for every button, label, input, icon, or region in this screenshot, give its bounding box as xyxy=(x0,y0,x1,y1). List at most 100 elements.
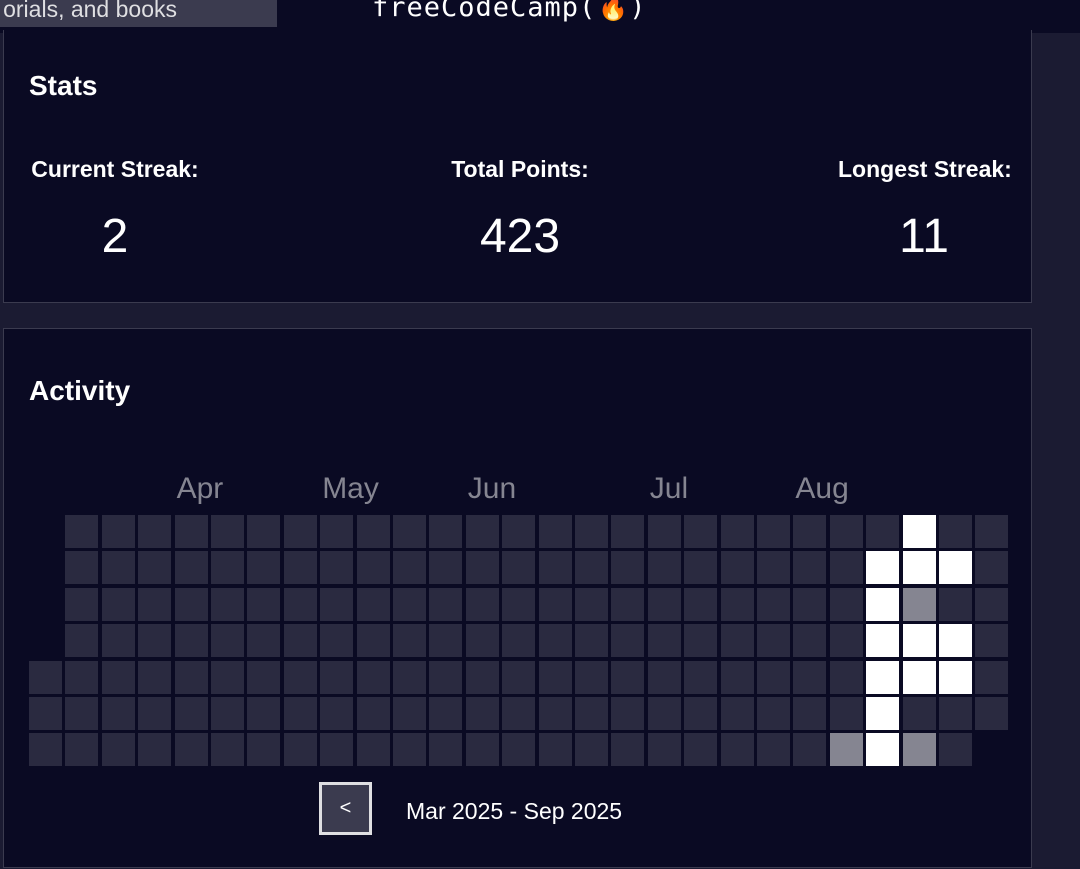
heatmap-day-cell[interactable] xyxy=(211,587,244,621)
heatmap-day-cell[interactable] xyxy=(247,733,281,767)
heatmap-day-cell[interactable] xyxy=(793,551,827,585)
heatmap-day-cell[interactable] xyxy=(829,624,863,658)
heatmap-day-cell[interactable] xyxy=(939,515,972,548)
heatmap-day-cell[interactable] xyxy=(356,515,390,548)
heatmap-day-cell[interactable] xyxy=(575,624,608,658)
heatmap-day-cell[interactable] xyxy=(902,587,936,621)
heatmap-day-cell[interactable] xyxy=(829,733,863,767)
heatmap-day-cell[interactable] xyxy=(975,515,1009,548)
heatmap-day-cell[interactable] xyxy=(29,660,62,694)
heatmap-day-cell[interactable] xyxy=(502,733,536,767)
heatmap-day-cell[interactable] xyxy=(247,697,281,730)
heatmap-day-cell[interactable] xyxy=(575,551,608,585)
heatmap-day-cell[interactable] xyxy=(647,551,681,585)
heatmap-day-cell[interactable] xyxy=(575,660,608,694)
heatmap-day-cell[interactable] xyxy=(429,551,463,585)
heatmap-day-cell[interactable] xyxy=(429,624,463,658)
heatmap-day-cell[interactable] xyxy=(320,551,354,585)
heatmap-day-cell[interactable] xyxy=(902,515,936,548)
heatmap-day-cell[interactable] xyxy=(757,624,790,658)
heatmap-day-cell[interactable] xyxy=(465,624,499,658)
heatmap-day-cell[interactable] xyxy=(283,587,317,621)
heatmap-day-cell[interactable] xyxy=(174,733,208,767)
heatmap-day-cell[interactable] xyxy=(283,551,317,585)
heatmap-day-cell[interactable] xyxy=(684,551,718,585)
heatmap-day-cell[interactable] xyxy=(465,515,499,548)
heatmap-day-cell[interactable] xyxy=(247,660,281,694)
heatmap-day-cell[interactable] xyxy=(29,733,62,767)
heatmap-day-cell[interactable] xyxy=(174,624,208,658)
heatmap-day-cell[interactable] xyxy=(211,733,244,767)
heatmap-day-cell[interactable] xyxy=(611,733,645,767)
heatmap-day-cell[interactable] xyxy=(247,624,281,658)
heatmap-day-cell[interactable] xyxy=(647,515,681,548)
heatmap-day-cell[interactable] xyxy=(138,515,172,548)
heatmap-day-cell[interactable] xyxy=(356,551,390,585)
heatmap-day-cell[interactable] xyxy=(611,587,645,621)
heatmap-day-cell[interactable] xyxy=(829,660,863,694)
heatmap-day-cell[interactable] xyxy=(211,624,244,658)
heatmap-day-cell[interactable] xyxy=(720,551,754,585)
heatmap-day-cell[interactable] xyxy=(101,587,135,621)
heatmap-day-cell[interactable] xyxy=(320,587,354,621)
heatmap-day-cell[interactable] xyxy=(29,697,62,730)
heatmap-day-cell[interactable] xyxy=(138,587,172,621)
heatmap-day-cell[interactable] xyxy=(138,551,172,585)
heatmap-day-cell[interactable] xyxy=(757,587,790,621)
heatmap-day-cell[interactable] xyxy=(101,733,135,767)
heatmap-day-cell[interactable] xyxy=(647,660,681,694)
heatmap-day-cell[interactable] xyxy=(393,697,426,730)
heatmap-day-cell[interactable] xyxy=(101,624,135,658)
heatmap-day-cell[interactable] xyxy=(101,697,135,730)
heatmap-day-cell[interactable] xyxy=(793,697,827,730)
heatmap-day-cell[interactable] xyxy=(611,551,645,585)
heatmap-day-cell[interactable] xyxy=(211,697,244,730)
heatmap-day-cell[interactable] xyxy=(502,660,536,694)
heatmap-day-cell[interactable] xyxy=(757,733,790,767)
heatmap-day-cell[interactable] xyxy=(902,697,936,730)
heatmap-day-cell[interactable] xyxy=(757,697,790,730)
heatmap-day-cell[interactable] xyxy=(939,660,972,694)
heatmap-day-cell[interactable] xyxy=(283,733,317,767)
heatmap-day-cell[interactable] xyxy=(320,660,354,694)
heatmap-day-cell[interactable] xyxy=(174,660,208,694)
heatmap-day-cell[interactable] xyxy=(320,515,354,548)
heatmap-day-cell[interactable] xyxy=(975,551,1009,585)
heatmap-day-cell[interactable] xyxy=(829,697,863,730)
heatmap-day-cell[interactable] xyxy=(393,551,426,585)
heatmap-day-cell[interactable] xyxy=(720,733,754,767)
heatmap-day-cell[interactable] xyxy=(393,733,426,767)
heatmap-day-cell[interactable] xyxy=(829,551,863,585)
heatmap-day-cell[interactable] xyxy=(538,551,572,585)
heatmap-day-cell[interactable] xyxy=(720,697,754,730)
heatmap-day-cell[interactable] xyxy=(356,660,390,694)
heatmap-day-cell[interactable] xyxy=(283,697,317,730)
heatmap-day-cell[interactable] xyxy=(247,587,281,621)
heatmap-day-cell[interactable] xyxy=(65,660,99,694)
heatmap-day-cell[interactable] xyxy=(65,697,99,730)
heatmap-day-cell[interactable] xyxy=(611,624,645,658)
heatmap-day-cell[interactable] xyxy=(283,624,317,658)
heatmap-day-cell[interactable] xyxy=(502,551,536,585)
previous-range-button[interactable]: < xyxy=(319,782,372,835)
heatmap-day-cell[interactable] xyxy=(538,660,572,694)
heatmap-day-cell[interactable] xyxy=(283,515,317,548)
heatmap-day-cell[interactable] xyxy=(975,660,1009,694)
heatmap-day-cell[interactable] xyxy=(866,515,900,548)
heatmap-day-cell[interactable] xyxy=(247,551,281,585)
heatmap-day-cell[interactable] xyxy=(902,551,936,585)
heatmap-day-cell[interactable] xyxy=(502,624,536,658)
heatmap-day-cell[interactable] xyxy=(138,660,172,694)
heatmap-day-cell[interactable] xyxy=(138,733,172,767)
heatmap-day-cell[interactable] xyxy=(174,551,208,585)
heatmap-day-cell[interactable] xyxy=(429,733,463,767)
heatmap-day-cell[interactable] xyxy=(101,515,135,548)
heatmap-day-cell[interactable] xyxy=(975,697,1009,730)
heatmap-day-cell[interactable] xyxy=(211,660,244,694)
heatmap-day-cell[interactable] xyxy=(647,587,681,621)
heatmap-day-cell[interactable] xyxy=(101,660,135,694)
heatmap-day-cell[interactable] xyxy=(502,587,536,621)
heatmap-day-cell[interactable] xyxy=(138,624,172,658)
heatmap-day-cell[interactable] xyxy=(975,587,1009,621)
heatmap-day-cell[interactable] xyxy=(866,587,900,621)
